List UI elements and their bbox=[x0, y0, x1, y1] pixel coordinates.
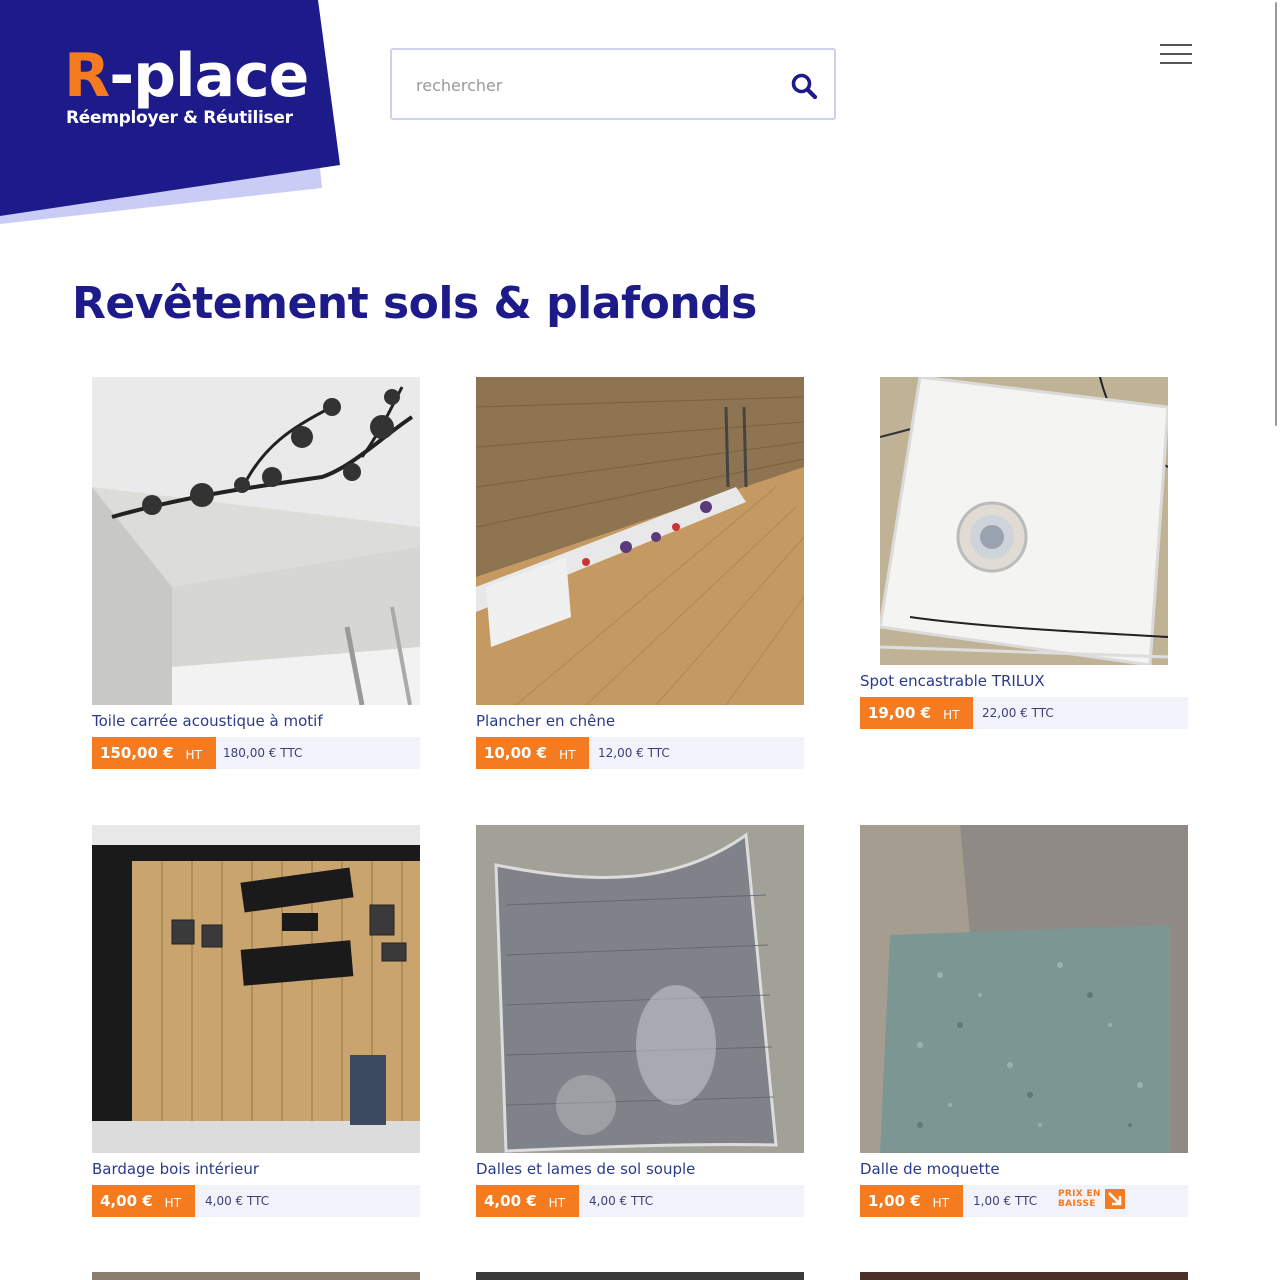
carpet-tile-photo bbox=[860, 825, 1188, 1153]
site-logo[interactable]: R-place Réemployer & Réutiliser bbox=[0, 0, 345, 230]
product-image[interactable] bbox=[860, 825, 1188, 1153]
price-ht-tag: 4,00 € HT bbox=[476, 1185, 580, 1217]
ht-label: HT bbox=[559, 747, 576, 762]
price-row: 4,00 € HT 4,00 € TTC bbox=[476, 1185, 804, 1217]
price-ht-amount: 10,00 € bbox=[484, 744, 548, 762]
price-ttc: 4,00 € TTC bbox=[589, 1194, 654, 1208]
wood-cladding-photo bbox=[92, 825, 420, 1153]
logo-place-text: -place bbox=[109, 41, 309, 111]
product-image[interactable] bbox=[92, 377, 420, 705]
search-input[interactable] bbox=[414, 68, 778, 102]
trilux-spot-photo bbox=[880, 377, 1168, 665]
ht-label: HT bbox=[932, 1195, 950, 1210]
price-ht-tag: 1,00 € HT bbox=[860, 1185, 964, 1217]
price-drop-text: PRIX EN BAISSE bbox=[1058, 1189, 1101, 1209]
page-title: Revêtement sols & plafonds bbox=[72, 278, 757, 329]
price-ht-amount: 150,00 € bbox=[100, 744, 174, 762]
price-ttc: 1,00 € TTC bbox=[973, 1194, 1038, 1208]
product-image[interactable] bbox=[476, 377, 804, 705]
price-ttc: 180,00 € TTC bbox=[223, 746, 303, 760]
price-ht-amount: 4,00 € bbox=[484, 1192, 537, 1210]
product-name[interactable]: Dalles et lames de sol souple bbox=[476, 1160, 695, 1178]
oak-floor-photo bbox=[476, 377, 804, 705]
vinyl-floor-photo bbox=[476, 825, 804, 1153]
price-drop-line1: PRIX EN bbox=[1058, 1189, 1101, 1199]
product-image[interactable] bbox=[92, 825, 420, 1153]
menu-bar bbox=[1160, 44, 1192, 46]
price-ht-amount: 4,00 € bbox=[100, 1192, 153, 1210]
price-ttc: 22,00 € TTC bbox=[982, 706, 1054, 720]
price-ht-amount: 19,00 € bbox=[868, 704, 932, 722]
price-drop-line2: BAISSE bbox=[1058, 1199, 1096, 1209]
product-image[interactable] bbox=[476, 825, 804, 1153]
acoustic-ceiling-photo bbox=[92, 377, 420, 705]
ht-label: HT bbox=[164, 1195, 182, 1210]
ht-label: HT bbox=[185, 747, 202, 762]
product-image[interactable] bbox=[860, 1272, 1188, 1280]
menu-bar bbox=[1160, 62, 1192, 64]
product-name[interactable]: Bardage bois intérieur bbox=[92, 1160, 259, 1178]
menu-bar bbox=[1160, 53, 1192, 55]
hamburger-menu-icon[interactable] bbox=[1160, 44, 1192, 66]
price-ht-tag: 4,00 € HT bbox=[92, 1185, 196, 1217]
price-drop-badge: PRIX EN BAISSE bbox=[1058, 1189, 1125, 1209]
product-name[interactable]: Spot encastrable TRILUX bbox=[860, 672, 1045, 690]
arrow-down-right-icon bbox=[1104, 1189, 1125, 1209]
price-row: 10,00 € HT 12,00 € TTC bbox=[476, 737, 804, 769]
product-name[interactable]: Toile carrée acoustique à motif bbox=[92, 712, 323, 730]
price-ttc: 12,00 € TTC bbox=[598, 746, 670, 760]
logo-r-letter: R bbox=[64, 41, 110, 111]
product-image[interactable] bbox=[92, 1272, 420, 1280]
search-icon[interactable] bbox=[790, 72, 818, 100]
product-image[interactable] bbox=[476, 1272, 804, 1280]
product-image[interactable] bbox=[880, 377, 1168, 665]
price-row: 1,00 € HT 1,00 € TTC PRIX EN BAISSE bbox=[860, 1185, 1188, 1217]
price-ttc: 4,00 € TTC bbox=[205, 1194, 270, 1208]
price-ht-tag: 19,00 € HT bbox=[860, 697, 974, 729]
logo-wordmark: R-place bbox=[64, 36, 309, 116]
price-row: 19,00 € HT 22,00 € TTC bbox=[860, 697, 1188, 729]
price-row: 4,00 € HT 4,00 € TTC bbox=[92, 1185, 420, 1217]
logo-tagline: Réemployer & Réutiliser bbox=[66, 108, 293, 128]
price-row: 150,00 € HT 180,00 € TTC bbox=[92, 737, 420, 769]
scrollbar[interactable] bbox=[1275, 2, 1277, 426]
product-name[interactable]: Plancher en chêne bbox=[476, 712, 615, 730]
search-box bbox=[390, 48, 836, 120]
product-name[interactable]: Dalle de moquette bbox=[860, 1160, 1000, 1178]
price-ht-tag: 150,00 € HT bbox=[92, 737, 216, 769]
ht-label: HT bbox=[548, 1195, 566, 1210]
ht-label: HT bbox=[943, 707, 960, 722]
price-ht-amount: 1,00 € bbox=[868, 1192, 921, 1210]
price-ht-tag: 10,00 € HT bbox=[476, 737, 590, 769]
